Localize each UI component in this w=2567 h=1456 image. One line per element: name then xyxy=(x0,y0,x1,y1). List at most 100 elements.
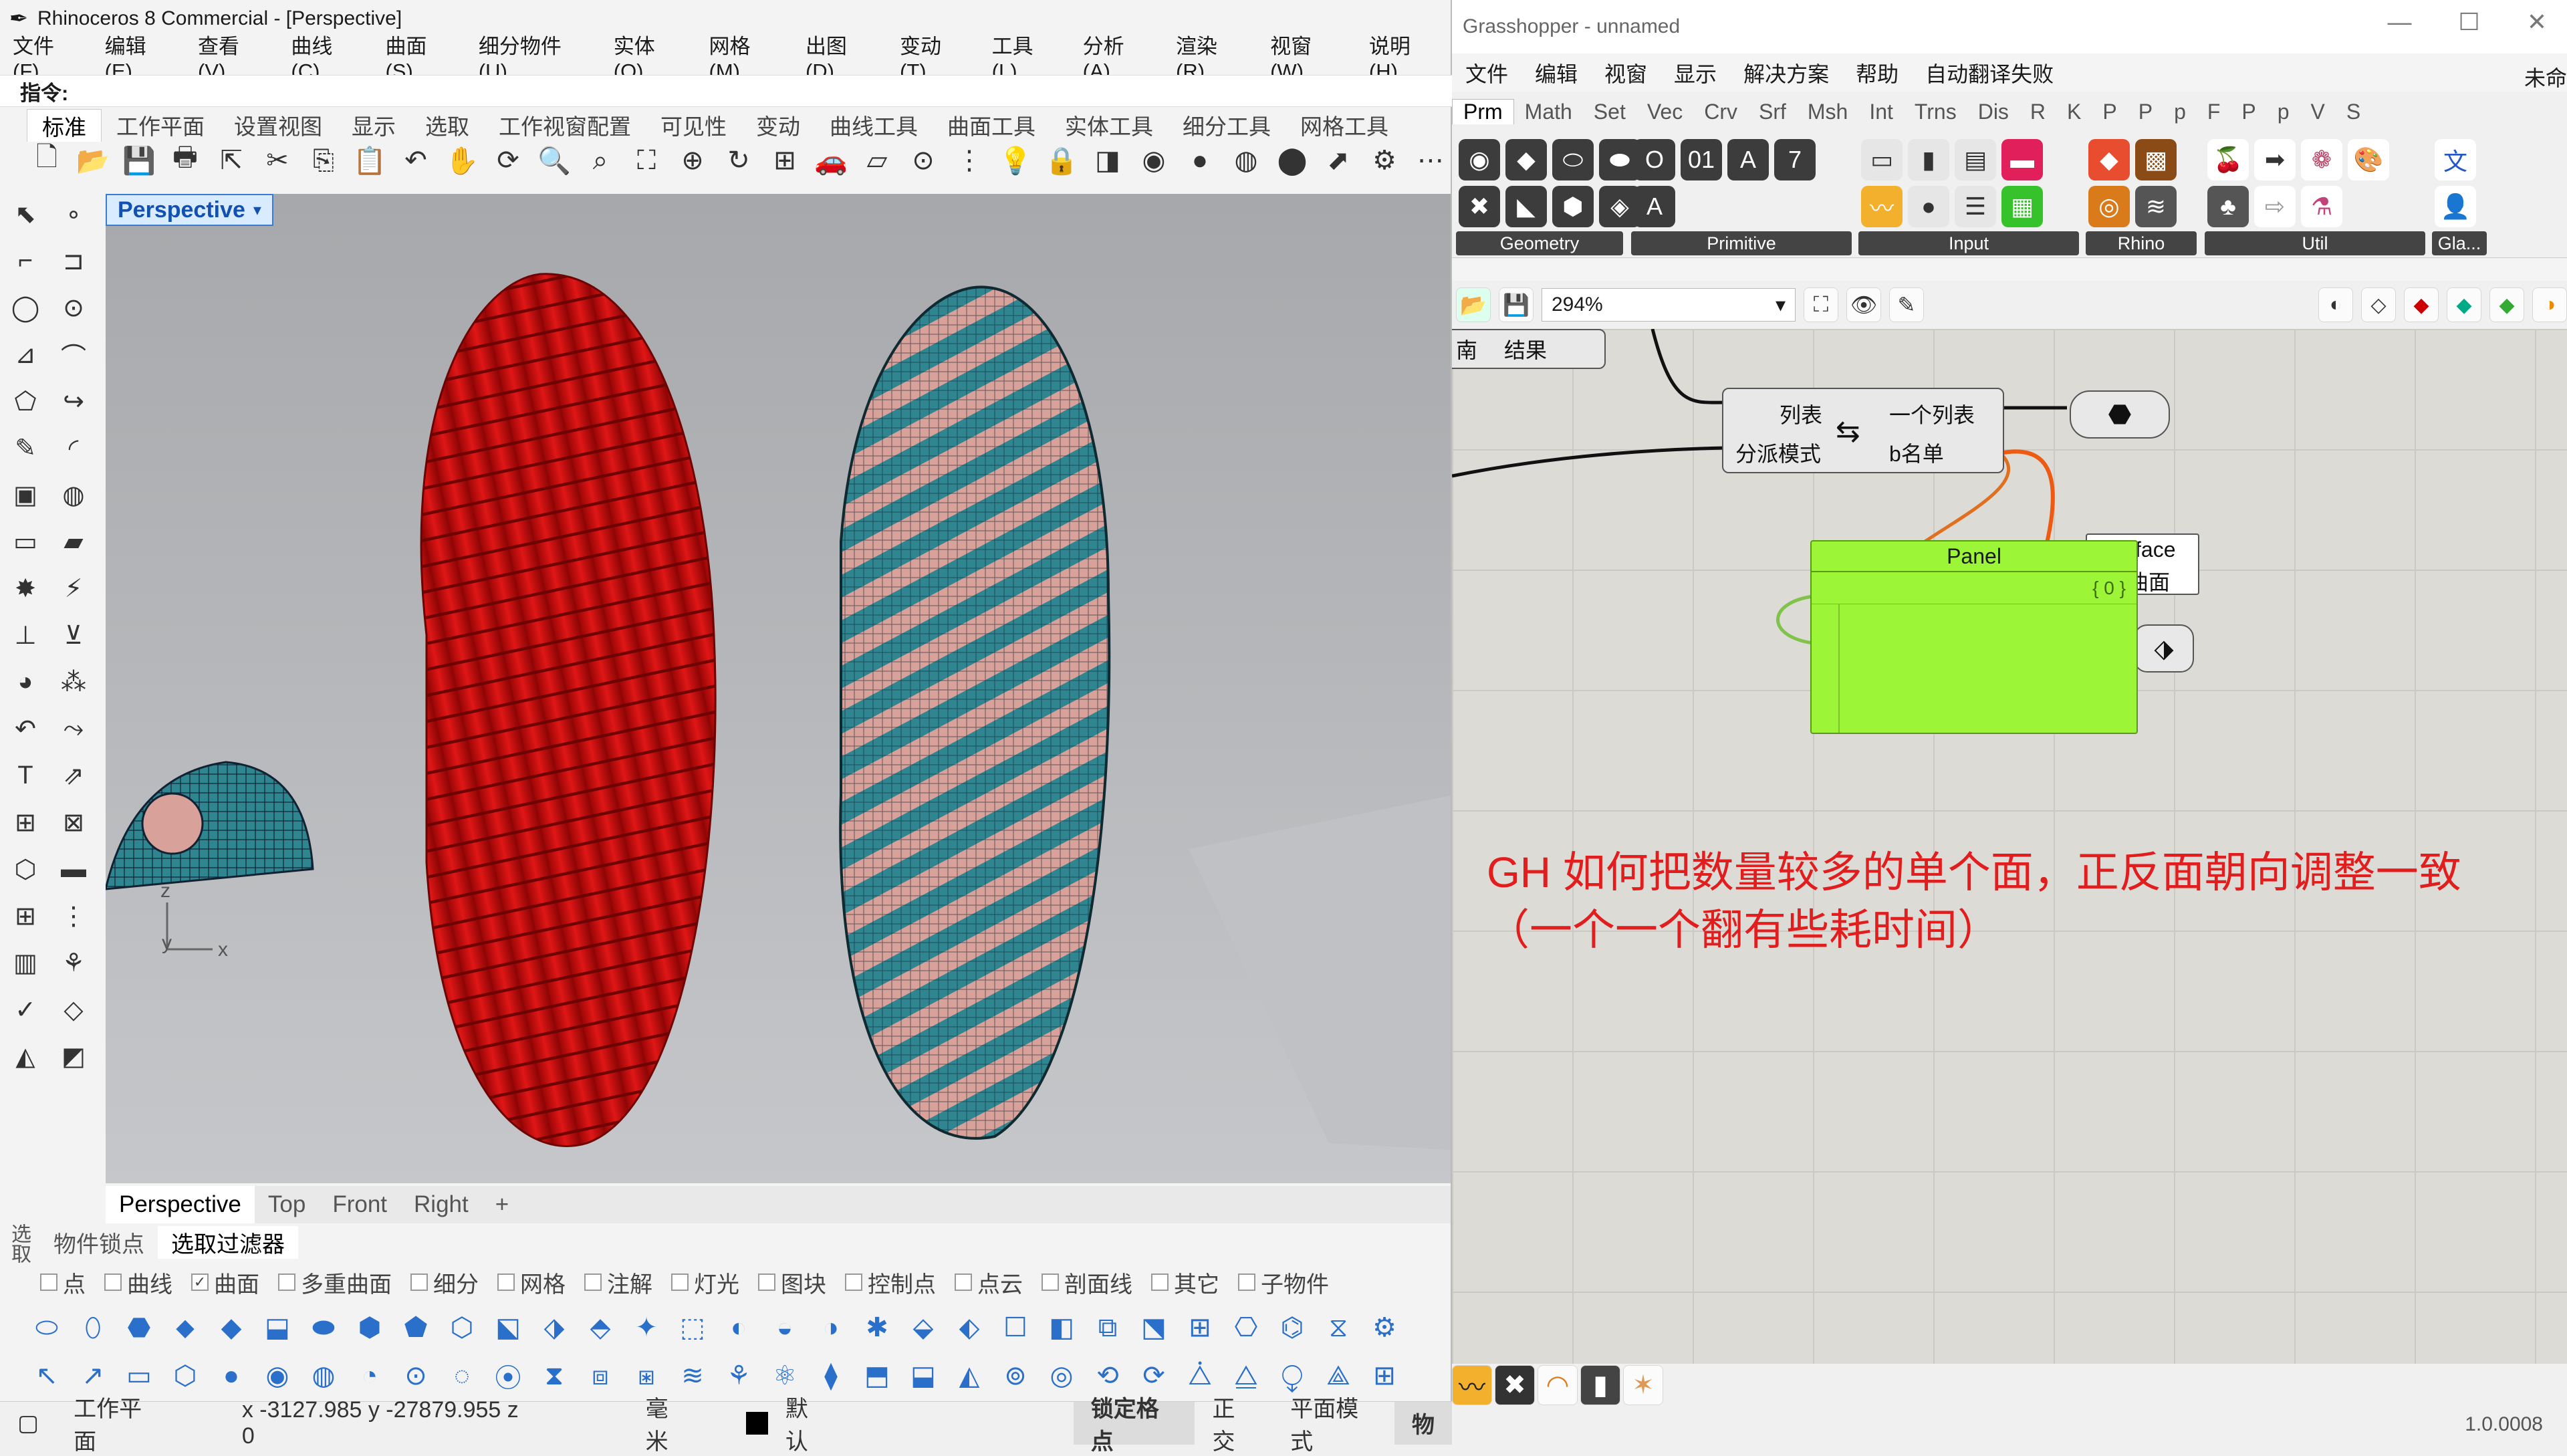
graph-mapper-icon[interactable]: 〰 xyxy=(1861,186,1903,227)
partial-component-left[interactable]: 南 结果 xyxy=(1452,329,1606,369)
point-icon[interactable]: ∘ xyxy=(53,194,94,234)
surface-tool-icon[interactable]: ⬖ xyxy=(949,1308,989,1348)
osnap-toggle[interactable]: 物 xyxy=(1394,1401,1452,1445)
gh-tab[interactable]: Int xyxy=(1858,100,1904,124)
surface-tool-icon[interactable]: ⬣ xyxy=(119,1308,159,1348)
mesh-small-icon[interactable]: ✖ xyxy=(1495,1365,1535,1405)
gh-tab[interactable]: Math xyxy=(1514,100,1583,124)
cylinder-icon[interactable]: ▭ xyxy=(5,521,45,562)
gh-tab[interactable]: Vec xyxy=(1636,100,1693,124)
align-icon[interactable]: ⊠ xyxy=(53,802,94,842)
surface-tool-icon[interactable]: ⬭ xyxy=(27,1308,67,1348)
palette-icon[interactable]: 🎨 xyxy=(2348,139,2389,180)
cplane-label[interactable]: 工作平面 xyxy=(56,1390,178,1456)
dispatch-output-b[interactable]: b名单 xyxy=(1889,437,1944,468)
view-tab-perspective[interactable]: Perspective xyxy=(106,1186,255,1223)
checkbox-box[interactable]: ✓ xyxy=(191,1273,209,1291)
dispatch-input-list[interactable]: 列表 xyxy=(1780,398,1822,429)
gh-tab[interactable]: P xyxy=(2231,100,2266,124)
zoom-icon[interactable]: 🔍 xyxy=(534,140,574,180)
surface-tool-icon[interactable]: ✱ xyxy=(857,1308,897,1348)
viewport-menu-chevron-icon[interactable]: ▾ xyxy=(253,201,261,220)
rhino-toolbar-tab[interactable]: 细分工具 xyxy=(1168,109,1286,141)
filter-checkbox[interactable]: 多重曲面 xyxy=(278,1266,392,1299)
cluster-icon[interactable]: ❁ xyxy=(2301,139,2342,180)
brep-param-component[interactable]: ⬣ xyxy=(2070,390,2170,439)
surface-param-icon[interactable]: ⬭ xyxy=(1552,139,1594,180)
surface-tool-icon[interactable]: ◆ xyxy=(211,1308,251,1348)
gh-tab[interactable]: Set xyxy=(1583,100,1636,124)
check-icon[interactable]: ✓ xyxy=(5,989,45,1029)
surface-tool-icon[interactable]: ⎔ xyxy=(1226,1308,1266,1348)
dispatch-output-a[interactable]: 一个列表 xyxy=(1889,398,1975,429)
dispatch-component[interactable]: 列表 分派模式 ⇆ 一个列表 b名单 xyxy=(1722,388,2004,473)
slider-icon[interactable]: ▭ xyxy=(1861,139,1903,180)
curve-param-icon[interactable]: ◆ xyxy=(1505,139,1547,180)
add-view-tab-button[interactable]: + xyxy=(482,1191,522,1218)
surface-tool-icon[interactable]: ⬡ xyxy=(442,1308,482,1348)
translate-icon[interactable]: 文 xyxy=(2435,139,2476,180)
gh-tab[interactable]: Dis xyxy=(1967,100,2020,124)
solid-tool-icon[interactable]: ◭ xyxy=(949,1356,989,1396)
layer-icon[interactable]: ◨ xyxy=(1088,140,1128,180)
surface-tool-icon[interactable]: ⬥ xyxy=(165,1308,205,1348)
scale-icon[interactable]: ⇗ xyxy=(53,755,94,796)
gh-canvas[interactable]: 南 结果 列表 分派模式 ⇆ 一个列表 b名单 ⬣ face 曲面 ⬗ Pane… xyxy=(1452,329,2567,1364)
boolean-param-icon[interactable]: O xyxy=(1634,139,1675,180)
group-param-icon[interactable]: ◣ xyxy=(1505,186,1547,227)
matrix-icon[interactable]: ▦ xyxy=(2001,186,2043,227)
gh-menu-truncated[interactable]: 未命 xyxy=(2524,62,2567,92)
panel-tab[interactable]: 选取过滤器 xyxy=(158,1225,298,1259)
surface-tool-icon[interactable]: ⬗ xyxy=(534,1308,574,1348)
gh-tab[interactable]: K xyxy=(2056,100,2092,124)
dispatch-input-pattern[interactable]: 分派模式 xyxy=(1735,437,1821,468)
wave-small-icon[interactable]: ◠ xyxy=(1538,1365,1578,1405)
checkbox-box[interactable] xyxy=(40,1273,57,1291)
checkbox-box[interactable] xyxy=(955,1273,972,1291)
gh-menu-item[interactable]: 文件 xyxy=(1452,57,1521,88)
tree-icon[interactable]: ⚘ xyxy=(53,943,94,983)
bbox-icon[interactable]: ⊞ xyxy=(5,896,45,936)
surface-tool-icon[interactable]: ☐ xyxy=(995,1308,1035,1348)
solid-tool-icon[interactable]: ◍ xyxy=(303,1356,344,1396)
circle-param-icon[interactable]: ◉ xyxy=(1459,139,1500,180)
button-icon[interactable]: ● xyxy=(1908,186,1949,227)
preview-shaded-icon[interactable]: ◇ xyxy=(2361,287,2396,322)
polyline-icon[interactable]: ⌐ xyxy=(5,241,45,281)
zoom-dropdown[interactable]: 294% ▾ xyxy=(1542,288,1796,322)
red-twisted-surface[interactable] xyxy=(420,273,717,1147)
view-tab-top[interactable]: Top xyxy=(255,1191,319,1218)
surface-tool-icon[interactable]: ⌬ xyxy=(1272,1308,1312,1348)
solid-tool-icon[interactable]: ⬒ xyxy=(857,1356,897,1396)
light-icon[interactable]: 💡 xyxy=(995,140,1035,180)
flipped-surface-object[interactable] xyxy=(839,285,1111,1140)
filter-checkbox[interactable]: 剖面线 xyxy=(1042,1266,1132,1299)
solid-tool-icon[interactable]: ◎ xyxy=(1042,1356,1082,1396)
gh-tab[interactable]: Crv xyxy=(1693,100,1748,124)
boolean-icon[interactable]: ⚡ xyxy=(53,568,94,608)
layer-label[interactable]: 默认 xyxy=(768,1390,846,1456)
rhino-toolbar-tab[interactable]: 实体工具 xyxy=(1050,109,1168,141)
solid-tool-icon[interactable]: ⊙ xyxy=(396,1356,436,1396)
surface-tool-icon[interactable]: ⚙ xyxy=(1364,1308,1404,1348)
rhino-toolbar-tab[interactable]: 曲线工具 xyxy=(815,109,933,141)
solid-tool-icon[interactable]: ⧈ xyxy=(580,1356,620,1396)
solid-tool-icon[interactable]: ◔ xyxy=(350,1356,390,1396)
value-list-icon[interactable]: ☰ xyxy=(1955,186,1996,227)
filter-checkbox[interactable]: 曲线 xyxy=(104,1266,172,1299)
pan-hand-icon[interactable]: ✋ xyxy=(442,140,482,180)
solid-tool-icon[interactable]: ⬓ xyxy=(903,1356,943,1396)
zoom-selected-icon[interactable]: ⊕ xyxy=(673,140,713,180)
curve-icon[interactable]: ⊐ xyxy=(53,241,94,281)
analyze-icon[interactable]: ◭ xyxy=(5,1036,45,1076)
gh-tab[interactable]: R xyxy=(2020,100,2056,124)
checkbox-box[interactable] xyxy=(758,1273,775,1291)
surface-tool-icon[interactable]: ◐ xyxy=(719,1308,759,1348)
filter-checkbox[interactable]: 其它 xyxy=(1151,1266,1219,1299)
surface-tool-icon[interactable]: ⬢ xyxy=(350,1308,390,1348)
grid-snap-toggle[interactable]: 锁定格点 xyxy=(1073,1397,1195,1455)
open-file-icon[interactable]: 📂 xyxy=(73,140,113,180)
grid-icon[interactable]: ⋮ xyxy=(949,140,989,180)
gh-tab[interactable]: P xyxy=(2092,100,2127,124)
perspective-viewport[interactable]: z y x xyxy=(104,194,1451,1183)
